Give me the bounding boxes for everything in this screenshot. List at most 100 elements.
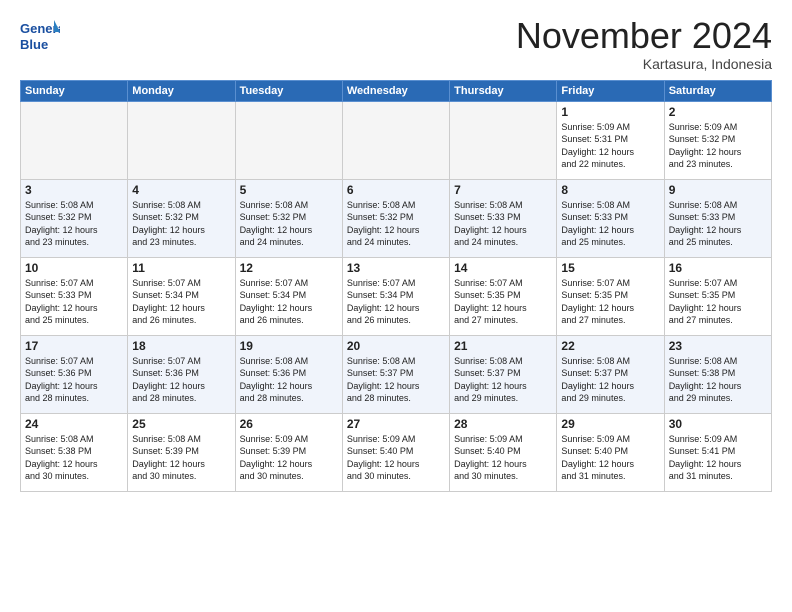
day-number: 19: [240, 339, 338, 353]
calendar-table: SundayMondayTuesdayWednesdayThursdayFrid…: [20, 80, 772, 492]
calendar-cell: [450, 101, 557, 179]
calendar-cell: [21, 101, 128, 179]
weekday-header-thursday: Thursday: [450, 80, 557, 101]
day-info: Sunrise: 5:09 AMSunset: 5:32 PMDaylight:…: [669, 121, 767, 171]
calendar-cell: 17Sunrise: 5:07 AMSunset: 5:36 PMDayligh…: [21, 335, 128, 413]
day-number: 4: [132, 183, 230, 197]
logo-svg: General Blue: [20, 16, 60, 54]
calendar-cell: [342, 101, 449, 179]
day-number: 1: [561, 105, 659, 119]
calendar-cell: 19 Sunrise: 5:08 AMSunset: 5:36 PMDayligh…: [235, 335, 342, 413]
day-info: Sunrise: 5:08 AMSunset: 5:33 PMDaylight:…: [454, 199, 552, 249]
weekday-header-wednesday: Wednesday: [342, 80, 449, 101]
weekday-header-sunday: Sunday: [21, 80, 128, 101]
day-info: Sunrise: 5:09 AMSunset: 5:31 PMDaylight:…: [561, 121, 659, 171]
calendar-cell: 14Sunrise: 5:07 AMSunset: 5:35 PMDayligh…: [450, 257, 557, 335]
week-row-4: 17 Sunrise: 5:07 AMSunset: 5:36 PMDayligh…: [21, 335, 772, 413]
day-info: Sunrise: 5:09 AMSunset: 5:40 PMDaylight:…: [561, 433, 659, 483]
day-info: Sunrise: 5:09 AMSunset: 5:40 PMDaylight:…: [454, 433, 552, 483]
calendar-cell: 13Sunrise: 5:07 AMSunset: 5:34 PMDayligh…: [342, 257, 449, 335]
day-number: 20: [347, 339, 445, 353]
day-info: Sunrise: 5:07 AMSunset: 5:34 PMDaylight:…: [240, 277, 338, 327]
day-number: 15: [561, 261, 659, 275]
weekday-header-monday: Monday: [128, 80, 235, 101]
calendar-cell: 4Sunrise: 5:08 AMSunset: 5:32 PMDaylight…: [128, 179, 235, 257]
weekday-header-tuesday: Tuesday: [235, 80, 342, 101]
day-number: 11: [132, 261, 230, 275]
logo: General Blue: [20, 16, 60, 54]
calendar-cell: 23 Sunrise: 5:08 AMSunset: 5:38 PMDayligh…: [664, 335, 771, 413]
day-info: Sunrise: 5:07 AMSunset: 5:35 PMDaylight:…: [454, 277, 552, 327]
day-info: Sunrise: 5:08 AMSunset: 5:32 PMDaylight:…: [240, 199, 338, 249]
day-info: Sunrise: 5:08 AMSunset: 5:39 PMDaylight:…: [132, 433, 230, 483]
day-info: Sunrise: 5:08 AMSunset: 5:37 PMDaylight:…: [454, 355, 552, 405]
day-number: 6: [347, 183, 445, 197]
calendar-cell: 16 Sunrise: 5:07 AMSunset: 5:35 PMDayligh…: [664, 257, 771, 335]
calendar-cell: 29 Sunrise: 5:09 AMSunset: 5:40 PMDayligh…: [557, 413, 664, 491]
day-number: 9: [669, 183, 767, 197]
calendar-cell: 24 Sunrise: 5:08 AMSunset: 5:38 PMDayligh…: [21, 413, 128, 491]
week-row-5: 24 Sunrise: 5:08 AMSunset: 5:38 PMDayligh…: [21, 413, 772, 491]
day-number: 3: [25, 183, 123, 197]
day-info: Sunrise: 5:08 AMSunset: 5:38 PMDaylight:…: [25, 433, 123, 483]
week-row-1: 1 Sunrise: 5:09 AMSunset: 5:31 PMDaylight…: [21, 101, 772, 179]
calendar-cell: 25 Sunrise: 5:08 AMSunset: 5:39 PMDayligh…: [128, 413, 235, 491]
day-number: 25: [132, 417, 230, 431]
calendar-cell: 11 Sunrise: 5:07 AMSunset: 5:34 PMDayligh…: [128, 257, 235, 335]
day-number: 27: [347, 417, 445, 431]
day-number: 13: [347, 261, 445, 275]
calendar-cell: 7 Sunrise: 5:08 AMSunset: 5:33 PMDaylight…: [450, 179, 557, 257]
calendar-cell: 12 Sunrise: 5:07 AMSunset: 5:34 PMDayligh…: [235, 257, 342, 335]
calendar-cell: 27Sunrise: 5:09 AMSunset: 5:40 PMDayligh…: [342, 413, 449, 491]
day-info: Sunrise: 5:09 AMSunset: 5:41 PMDaylight:…: [669, 433, 767, 483]
svg-text:Blue: Blue: [20, 37, 48, 52]
calendar-cell: 2 Sunrise: 5:09 AMSunset: 5:32 PMDaylight…: [664, 101, 771, 179]
day-number: 5: [240, 183, 338, 197]
day-number: 2: [669, 105, 767, 119]
weekday-header-saturday: Saturday: [664, 80, 771, 101]
calendar-cell: 6 Sunrise: 5:08 AMSunset: 5:32 PMDaylight…: [342, 179, 449, 257]
day-info: Sunrise: 5:07 AMSunset: 5:35 PMDaylight:…: [561, 277, 659, 327]
calendar-cell: 3 Sunrise: 5:08 AMSunset: 5:32 PMDaylight…: [21, 179, 128, 257]
day-number: 7: [454, 183, 552, 197]
day-number: 28: [454, 417, 552, 431]
day-number: 24: [25, 417, 123, 431]
calendar-cell: 15 Sunrise: 5:07 AMSunset: 5:35 PMDayligh…: [557, 257, 664, 335]
calendar-cell: 10Sunrise: 5:07 AMSunset: 5:33 PMDayligh…: [21, 257, 128, 335]
day-number: 29: [561, 417, 659, 431]
calendar-cell: [128, 101, 235, 179]
weekday-header-friday: Friday: [557, 80, 664, 101]
location: Kartasura, Indonesia: [516, 56, 772, 72]
day-info: Sunrise: 5:08 AMSunset: 5:38 PMDaylight:…: [669, 355, 767, 405]
calendar-cell: 28 Sunrise: 5:09 AMSunset: 5:40 PMDayligh…: [450, 413, 557, 491]
day-info: Sunrise: 5:07 AMSunset: 5:36 PMDaylight:…: [132, 355, 230, 405]
weekday-header-row: SundayMondayTuesdayWednesdayThursdayFrid…: [21, 80, 772, 101]
day-number: 12: [240, 261, 338, 275]
day-number: 8: [561, 183, 659, 197]
day-number: 18: [132, 339, 230, 353]
calendar-cell: [235, 101, 342, 179]
day-info: Sunrise: 5:07 AMSunset: 5:34 PMDaylight:…: [132, 277, 230, 327]
day-info: Sunrise: 5:08 AMSunset: 5:32 PMDaylight:…: [25, 199, 123, 249]
calendar-cell: 9 Sunrise: 5:08 AMSunset: 5:33 PMDaylight…: [664, 179, 771, 257]
day-number: 16: [669, 261, 767, 275]
day-number: 21: [454, 339, 552, 353]
day-number: 26: [240, 417, 338, 431]
day-info: Sunrise: 5:07 AMSunset: 5:35 PMDaylight:…: [669, 277, 767, 327]
calendar-cell: 22Sunrise: 5:08 AMSunset: 5:37 PMDayligh…: [557, 335, 664, 413]
day-number: 17: [25, 339, 123, 353]
day-number: 22: [561, 339, 659, 353]
day-number: 23: [669, 339, 767, 353]
day-info: Sunrise: 5:08 AMSunset: 5:32 PMDaylight:…: [347, 199, 445, 249]
day-number: 30: [669, 417, 767, 431]
day-info: Sunrise: 5:08 AMSunset: 5:33 PMDaylight:…: [669, 199, 767, 249]
calendar-cell: 30 Sunrise: 5:09 AMSunset: 5:41 PMDayligh…: [664, 413, 771, 491]
day-info: Sunrise: 5:08 AMSunset: 5:33 PMDaylight:…: [561, 199, 659, 249]
title-block: November 2024 Kartasura, Indonesia: [516, 16, 772, 72]
calendar-cell: 8 Sunrise: 5:08 AMSunset: 5:33 PMDaylight…: [557, 179, 664, 257]
page: General Blue November 2024 Kartasura, In…: [0, 0, 792, 612]
calendar-cell: 1 Sunrise: 5:09 AMSunset: 5:31 PMDaylight…: [557, 101, 664, 179]
day-info: Sunrise: 5:08 AMSunset: 5:36 PMDaylight:…: [240, 355, 338, 405]
week-row-3: 10Sunrise: 5:07 AMSunset: 5:33 PMDayligh…: [21, 257, 772, 335]
day-number: 10: [25, 261, 123, 275]
